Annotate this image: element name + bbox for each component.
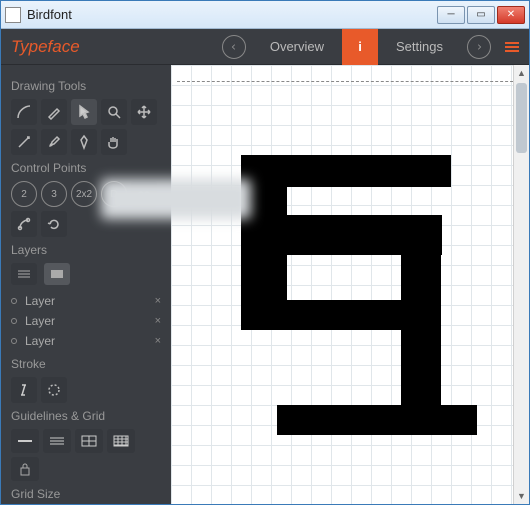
guidelines-title: Guidelines & Grid	[11, 409, 161, 423]
pointer-tool[interactable]	[71, 99, 97, 125]
layer-row[interactable]: Layer ×	[11, 331, 161, 351]
scroll-thumb[interactable]	[516, 83, 527, 153]
grid-toggle[interactable]	[75, 429, 103, 453]
app-icon	[5, 7, 21, 23]
tab-current-glyph[interactable]: i	[342, 29, 378, 65]
scroll-down-icon[interactable]: ▼	[514, 488, 529, 504]
layer-name: Layer	[25, 334, 55, 348]
grid-size-title: Grid Size	[11, 487, 161, 501]
track-tool[interactable]	[11, 129, 37, 155]
glyph-shape[interactable]	[241, 155, 451, 435]
topbar: Typeface Overview i Settings	[1, 29, 529, 65]
bezier-tool[interactable]	[11, 99, 37, 125]
grid-dense[interactable]	[107, 429, 135, 453]
cp-3[interactable]: 3	[41, 181, 67, 207]
stroke-title: Stroke	[11, 357, 161, 371]
layer-row[interactable]: Layer ×	[11, 291, 161, 311]
pen-tool[interactable]	[41, 99, 67, 125]
guideline-multi[interactable]	[43, 429, 71, 453]
tab-overview[interactable]: Overview	[252, 29, 342, 65]
blurred-overlay	[101, 179, 251, 219]
hand-tool[interactable]	[101, 129, 127, 155]
titlebar: Birdfont ─ ▭ ✕	[1, 1, 529, 29]
layer-mode-outline[interactable]	[11, 263, 37, 285]
tab-settings[interactable]: Settings	[378, 29, 461, 65]
stroke-italic[interactable]	[11, 377, 37, 403]
vertical-scrollbar[interactable]: ▲ ▼	[513, 65, 529, 504]
lock-icon[interactable]	[11, 457, 39, 481]
maximize-button[interactable]: ▭	[467, 6, 495, 24]
guideline-dashed	[177, 81, 523, 82]
control-points-title: Control Points	[11, 161, 161, 175]
window-title: Birdfont	[27, 7, 437, 22]
minimize-button[interactable]: ─	[437, 6, 465, 24]
cp-curve[interactable]	[11, 211, 37, 237]
nav-next-button[interactable]	[467, 35, 491, 59]
layer-delete-icon[interactable]: ×	[155, 335, 161, 347]
nav-prev-button[interactable]	[222, 35, 246, 59]
brush-tool[interactable]	[41, 129, 67, 155]
drawing-tools-title: Drawing Tools	[11, 79, 161, 93]
layers-title: Layers	[11, 243, 161, 257]
stroke-width[interactable]	[41, 377, 67, 403]
sidebar: Drawing Tools Control Points 2 3 2x	[1, 65, 171, 504]
layer-mode-fill[interactable]	[44, 263, 70, 285]
layer-name: Layer	[25, 294, 55, 308]
layer-delete-icon[interactable]: ×	[155, 295, 161, 307]
scroll-up-icon[interactable]: ▲	[514, 65, 529, 81]
layer-row[interactable]: Layer ×	[11, 311, 161, 331]
canvas[interactable]: ▲ ▼	[171, 65, 529, 504]
layer-delete-icon[interactable]: ×	[155, 315, 161, 327]
guideline-h[interactable]	[11, 429, 39, 453]
layer-name: Layer	[25, 314, 55, 328]
zoom-tool[interactable]	[101, 99, 127, 125]
cp-2[interactable]: 2	[11, 181, 37, 207]
close-button[interactable]: ✕	[497, 6, 525, 24]
brand-label: Typeface	[11, 37, 80, 57]
shape-tool[interactable]	[71, 129, 97, 155]
move-tool[interactable]	[131, 99, 157, 125]
cp-rotate[interactable]	[41, 211, 67, 237]
menu-icon[interactable]	[505, 42, 519, 52]
cp-2x2[interactable]: 2x2	[71, 181, 97, 207]
